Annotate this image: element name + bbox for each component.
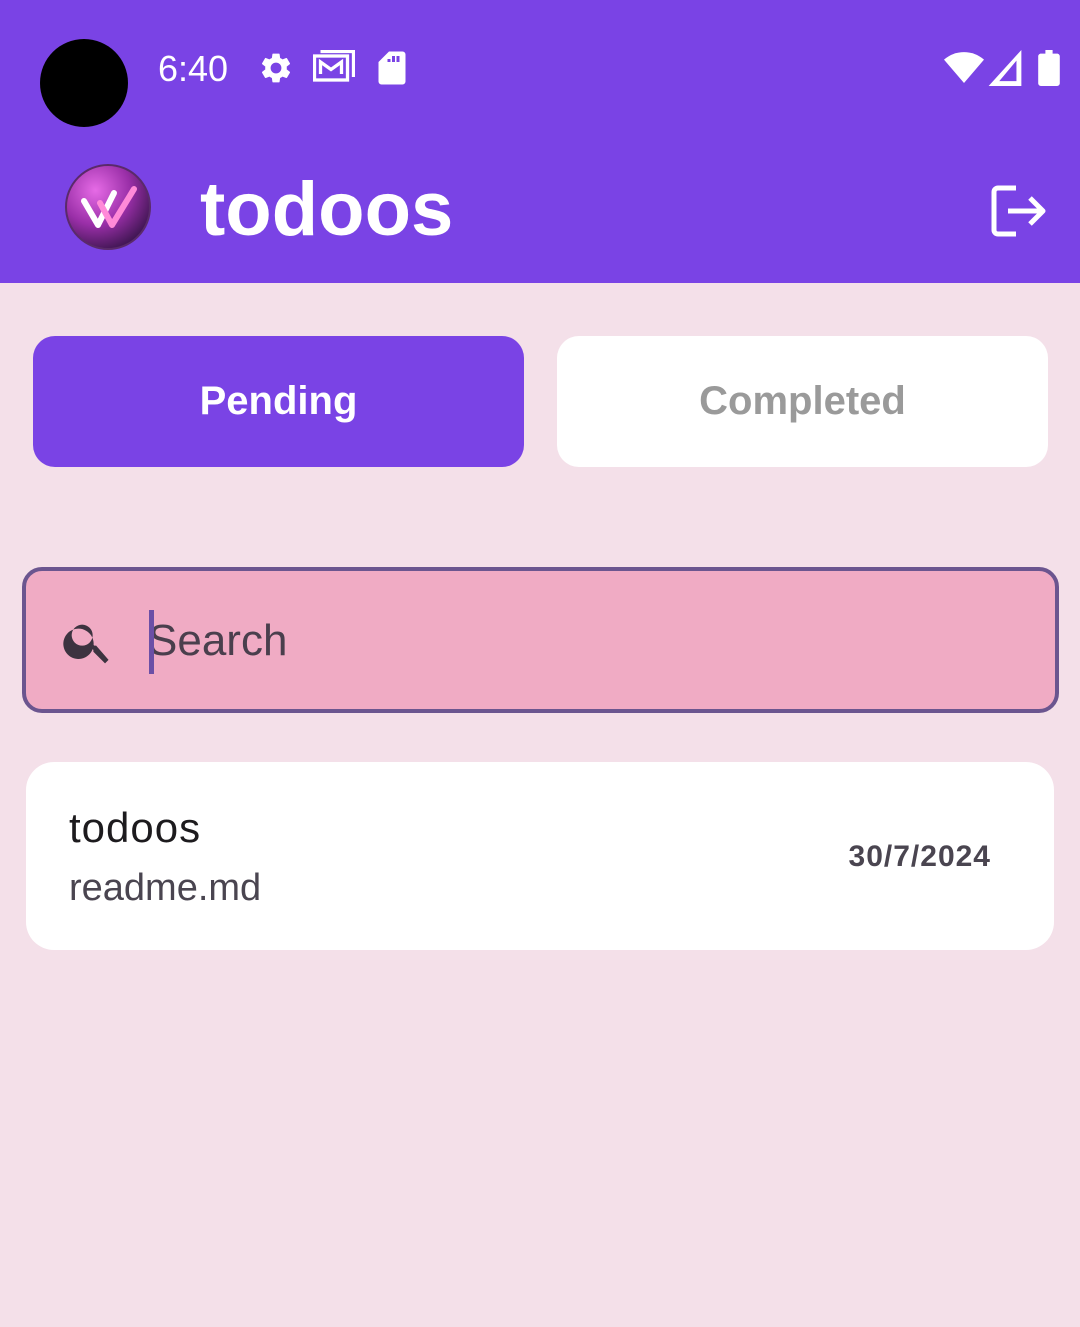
todo-date: 30/7/2024 xyxy=(848,840,991,873)
tab-completed[interactable]: Completed xyxy=(557,336,1048,467)
app-header: 6:40 todoos xyxy=(0,0,1080,283)
logout-icon[interactable] xyxy=(982,176,1052,246)
text-caret xyxy=(149,610,154,674)
status-time: 6:40 xyxy=(158,48,229,89)
app-root: 6:40 todoos Pending Completed Search tod… xyxy=(0,0,1080,1327)
sd-card-icon xyxy=(377,50,407,86)
app-title: todoos xyxy=(200,167,454,252)
gallery-mail-icon xyxy=(313,50,355,86)
todo-subtitle: readme.md xyxy=(69,867,262,909)
battery-icon xyxy=(1038,50,1060,86)
search-input[interactable] xyxy=(148,606,1028,676)
todoos-logo-icon xyxy=(64,163,152,251)
wifi-icon xyxy=(944,50,984,86)
search-bar[interactable] xyxy=(22,567,1059,713)
todo-card[interactable]: todoos readme.md 30/7/2024 xyxy=(26,762,1054,950)
search-icon xyxy=(60,613,116,669)
todo-title: todoos xyxy=(69,804,202,851)
signal-icon xyxy=(988,50,1022,86)
front-camera-cutout xyxy=(40,39,128,127)
tab-pending[interactable]: Pending xyxy=(33,336,524,467)
gear-icon xyxy=(258,50,294,86)
